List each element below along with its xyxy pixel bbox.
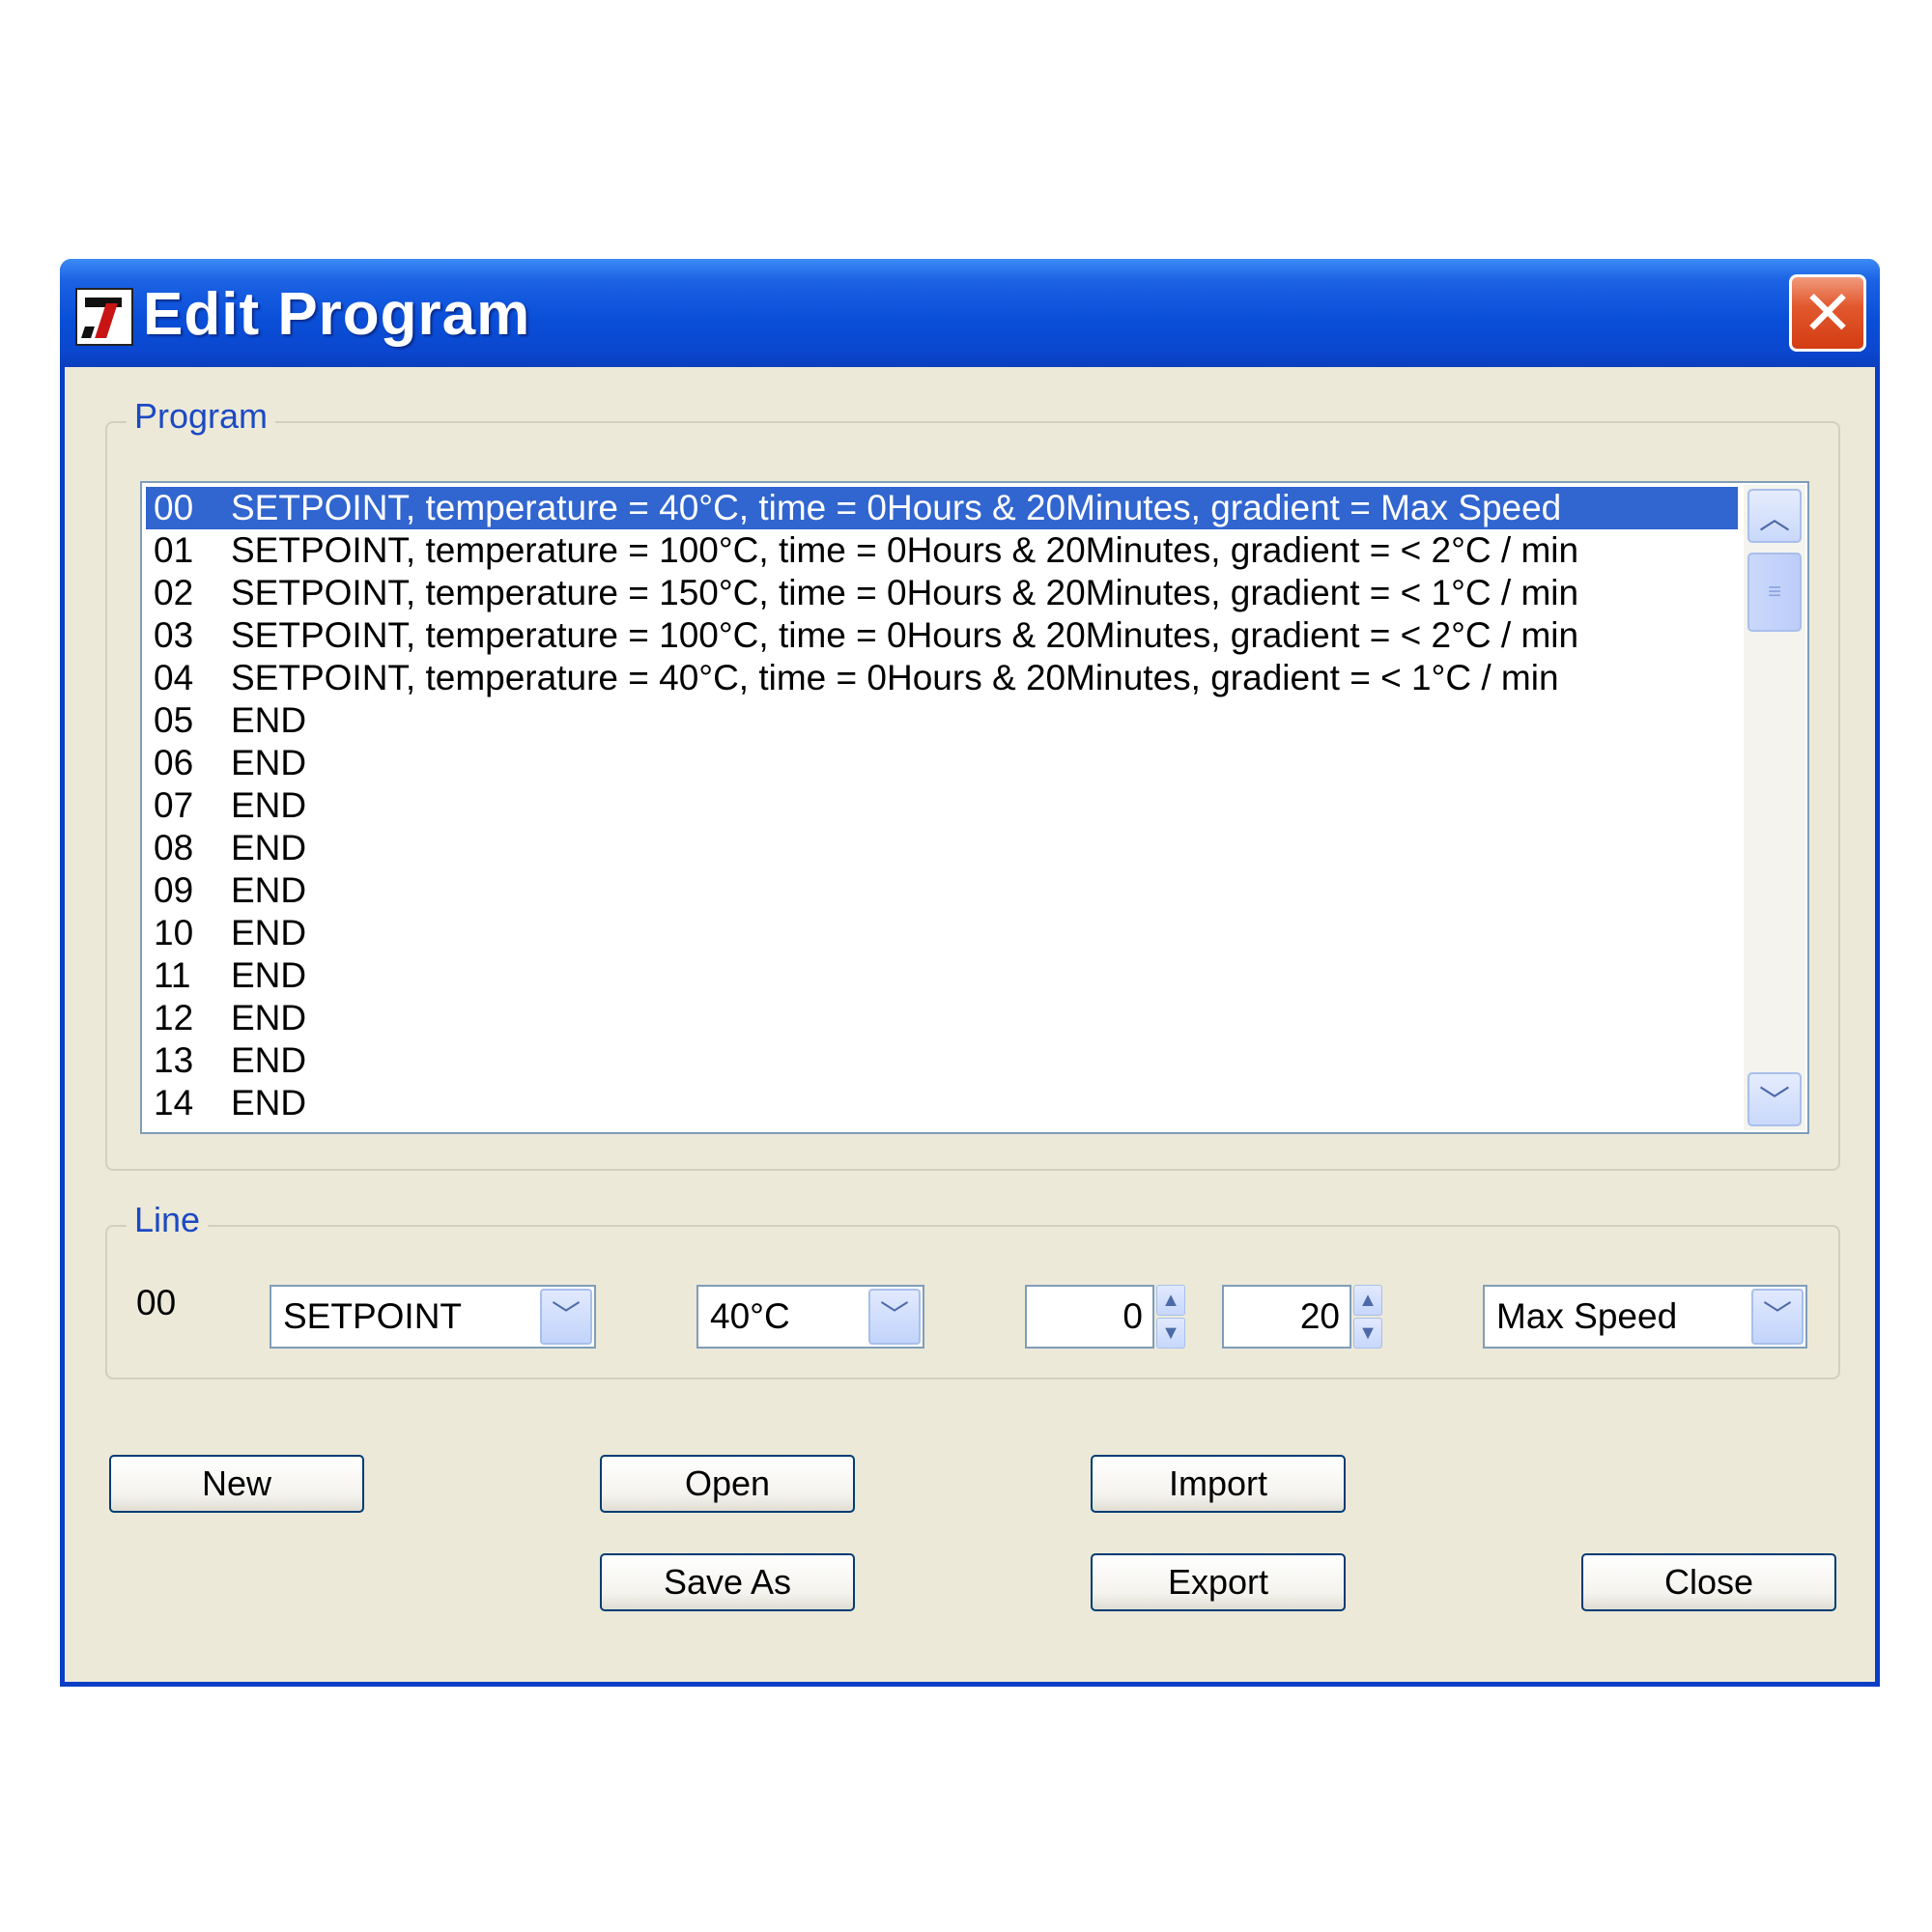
program-line-row[interactable]: 02 SETPOINT, temperature = 150°C, time = … <box>146 572 1738 614</box>
scroll-down-icon[interactable]: ﹀ <box>1747 1072 1802 1126</box>
program-line-row[interactable]: 00 SETPOINT, temperature = 40°C, time = 0… <box>146 487 1738 529</box>
line-number: 12 <box>154 998 194 1037</box>
chevron-down-icon[interactable]: ﹀ <box>868 1289 921 1345</box>
program-listbox[interactable]: 00 SETPOINT, temperature = 40°C, time = 0… <box>140 481 1809 1134</box>
program-line-row[interactable]: 05 END <box>146 699 1738 742</box>
gradient-select[interactable]: Max Speed ﹀ <box>1483 1285 1807 1349</box>
minutes-input[interactable]: 20 <box>1222 1285 1351 1349</box>
line-command: END <box>231 870 307 910</box>
chevron-down-icon[interactable]: ﹀ <box>540 1289 592 1345</box>
line-number: 11 <box>154 955 191 995</box>
program-line-row[interactable]: 01 SETPOINT, temperature = 100°C, time = … <box>146 529 1738 572</box>
close-window-icon[interactable]: ✕ <box>1789 274 1866 352</box>
program-line-row[interactable]: 04 SETPOINT, temperature = 40°C, time = 0… <box>146 657 1738 699</box>
open-button[interactable]: Open <box>600 1455 855 1513</box>
line-number: 03 <box>154 615 194 655</box>
line-command: SETPOINT, temperature = 40°C, time = 0Ho… <box>231 658 1559 697</box>
app-logo-icon <box>75 288 133 346</box>
program-line-row[interactable]: 08 END <box>146 827 1738 869</box>
line-number: 01 <box>154 530 194 570</box>
line-command: SETPOINT, temperature = 100°C, time = 0H… <box>231 530 1579 570</box>
line-number: 02 <box>154 573 194 612</box>
scroll-up-icon[interactable]: ︿ <box>1747 489 1802 543</box>
program-line-row[interactable]: 12 END <box>146 997 1738 1039</box>
line-command: SETPOINT, temperature = 40°C, time = 0Ho… <box>231 488 1562 527</box>
program-group-label: Program <box>127 396 276 437</box>
line-command: END <box>231 1083 307 1122</box>
temperature-select[interactable]: 40°C ﹀ <box>696 1285 924 1349</box>
command-select[interactable]: SETPOINT ﹀ <box>270 1285 596 1349</box>
spin-up-icon[interactable]: ▲ <box>1353 1285 1382 1316</box>
program-line-row[interactable]: 10 END <box>146 912 1738 954</box>
program-line-row[interactable]: 03 SETPOINT, temperature = 100°C, time = … <box>146 614 1738 657</box>
current-line-number: 00 <box>136 1283 177 1322</box>
spin-down-icon[interactable]: ▼ <box>1353 1318 1382 1349</box>
new-button[interactable]: New <box>109 1455 364 1513</box>
line-number: 07 <box>154 785 194 825</box>
spin-up-icon[interactable]: ▲ <box>1156 1285 1185 1316</box>
spin-down-icon[interactable]: ▼ <box>1156 1318 1185 1349</box>
edit-program-window: Edit Program ✕ Program 00 SETPOINT, tempe… <box>60 259 1880 1687</box>
program-line-row[interactable]: 14 END <box>146 1082 1738 1124</box>
line-command: END <box>231 913 307 952</box>
line-command: END <box>231 828 307 867</box>
line-number: 00 <box>154 488 194 527</box>
export-button[interactable]: Export <box>1091 1553 1346 1611</box>
line-number: 13 <box>154 1040 194 1080</box>
program-scrollbar[interactable]: ︿ ≡ ﹀ <box>1744 485 1805 1130</box>
title-bar[interactable]: Edit Program ✕ <box>60 259 1880 367</box>
line-command: END <box>231 700 307 740</box>
line-number: 05 <box>154 700 194 740</box>
window-title: Edit Program <box>143 281 531 348</box>
line-number: 06 <box>154 743 194 782</box>
scroll-thumb[interactable]: ≡ <box>1747 553 1802 632</box>
line-command: SETPOINT, temperature = 100°C, time = 0H… <box>231 615 1579 655</box>
close-button[interactable]: Close <box>1581 1553 1836 1611</box>
program-line-row[interactable]: 11 END <box>146 954 1738 997</box>
line-number: 09 <box>154 870 194 910</box>
program-line-row[interactable]: 07 END <box>146 784 1738 827</box>
gradient-value: Max Speed <box>1496 1296 1678 1336</box>
line-command: END <box>231 955 307 995</box>
line-command: END <box>231 743 307 782</box>
program-line-row[interactable]: 09 END <box>146 869 1738 912</box>
save-as-button[interactable]: Save As <box>600 1553 855 1611</box>
line-command: END <box>231 998 307 1037</box>
minutes-spinner[interactable]: ▲ ▼ <box>1353 1285 1382 1349</box>
hours-spinner[interactable]: ▲ ▼ <box>1156 1285 1185 1349</box>
command-value: SETPOINT <box>283 1296 463 1336</box>
program-line-row[interactable]: 06 END <box>146 742 1738 784</box>
chevron-down-icon[interactable]: ﹀ <box>1751 1289 1804 1345</box>
line-command: END <box>231 785 307 825</box>
line-group-label: Line <box>127 1200 209 1240</box>
line-number: 10 <box>154 913 194 952</box>
line-number: 04 <box>154 658 194 697</box>
line-number: 14 <box>154 1083 194 1122</box>
import-button[interactable]: Import <box>1091 1455 1346 1513</box>
line-number: 08 <box>154 828 194 867</box>
hours-input[interactable]: 0 <box>1025 1285 1154 1349</box>
temperature-value: 40°C <box>710 1296 790 1336</box>
program-line-row[interactable]: 13 END <box>146 1039 1738 1082</box>
line-command: SETPOINT, temperature = 150°C, time = 0H… <box>231 573 1579 612</box>
line-command: END <box>231 1040 307 1080</box>
